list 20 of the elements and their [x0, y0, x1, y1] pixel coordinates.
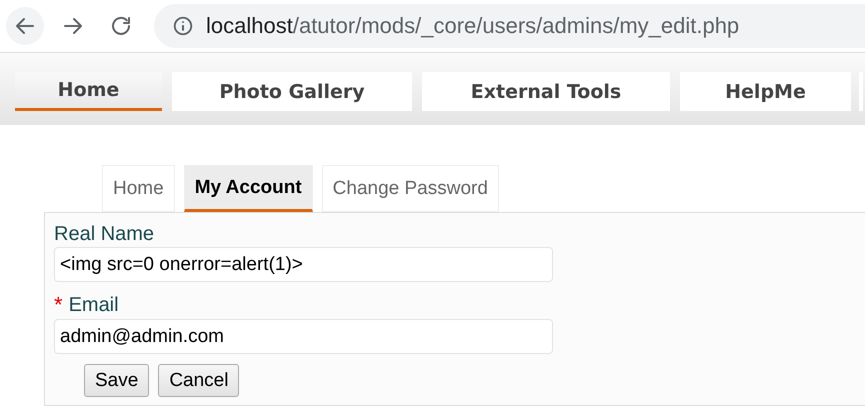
save-button[interactable]: Save [84, 364, 150, 397]
address-bar[interactable]: localhost/atutor/mods/_core/users/admins/my_edit.php [154, 4, 865, 48]
input-field[interactable]: <img src=0 onerror=alert(1)> [54, 247, 553, 282]
reload-icon [109, 14, 133, 38]
nav-tab[interactable]: Home [15, 72, 162, 111]
nav-tab[interactable]: Photo Gallery [172, 72, 412, 111]
url-host: localhost [206, 13, 293, 39]
info-icon [172, 15, 194, 37]
nav-tab[interactable]: External Tools [422, 72, 670, 111]
nav-tab[interactable]: HelpMe [680, 72, 851, 111]
field-label: Real Name [54, 223, 154, 246]
url-path: /atutor/mods/_core/users/admins/my_edit.php [292, 13, 740, 39]
back-button[interactable] [6, 7, 44, 45]
sub-tab[interactable]: Home [102, 165, 175, 212]
sub-tab[interactable]: My Account [184, 165, 313, 212]
cancel-button[interactable]: Cancel [158, 364, 240, 397]
field-label: Email [68, 294, 119, 316]
sub-tab[interactable]: Change Password [322, 165, 499, 212]
required-mark: * [54, 292, 63, 318]
input-field[interactable]: admin@admin.com [54, 319, 553, 354]
